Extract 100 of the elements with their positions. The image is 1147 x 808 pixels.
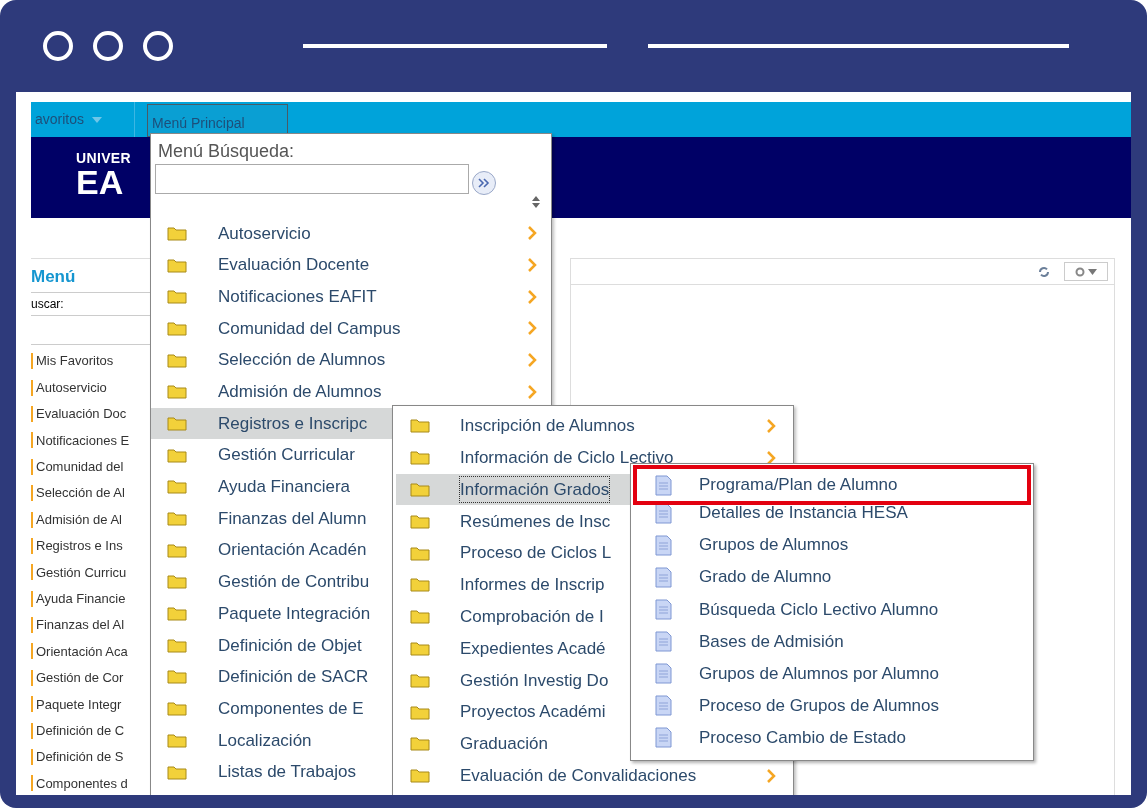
- menu-item-label: Comunidad del Campus: [218, 317, 401, 340]
- chevron-right-icon: [766, 767, 776, 784]
- menu-item[interactable]: Grupos de Alumnos por Alumno: [633, 657, 1031, 690]
- menu-item-label: Evaluación de Convalidaciones: [460, 764, 697, 787]
- sidebar-link[interactable]: Mis Favoritos: [36, 351, 114, 371]
- folder-icon: [410, 640, 430, 656]
- menu-item-label: Admisión de Alumnos: [218, 381, 382, 404]
- sidebar-link[interactable]: Notificaciones E: [36, 430, 130, 451]
- folder-icon: [410, 609, 430, 625]
- folder-icon: [167, 669, 187, 685]
- menu-item-label: Gestión de Contribu: [218, 571, 370, 594]
- menu-search-field[interactable]: [155, 164, 469, 194]
- menu-item[interactable]: Proceso de Grupos de Alumnos: [633, 689, 1031, 722]
- item-marker: [31, 485, 33, 502]
- search-go-button[interactable]: [472, 170, 496, 195]
- menu-item-label: Grado de Alumno: [699, 566, 832, 589]
- menu-item-label: Gestión Curricular: [218, 444, 355, 467]
- page-icon: [655, 663, 672, 684]
- folder-icon: [167, 511, 187, 527]
- menu-item-label: Selección de Alumnos: [218, 349, 386, 372]
- folder-icon: [167, 701, 187, 717]
- menu-item[interactable]: Autoservicio: [151, 217, 551, 250]
- sidebar-link[interactable]: Definición de S: [36, 747, 124, 767]
- sidebar-link[interactable]: Gestión Curricu: [36, 562, 127, 583]
- scroll-arrows-icon[interactable]: [532, 195, 540, 208]
- sidebar-link[interactable]: Admisión de Al: [36, 509, 122, 530]
- menu-item-label: Autoservicio: [218, 222, 311, 245]
- sidebar-link[interactable]: Evaluación Doc: [36, 404, 127, 424]
- item-marker: [31, 379, 33, 396]
- logo-text: UNIVER: [76, 151, 131, 165]
- folder-icon: [410, 545, 430, 561]
- menu-item[interactable]: Notificaciones EAFIT: [151, 280, 551, 313]
- sidebar-link[interactable]: Orientación Aca: [36, 641, 128, 662]
- page-icon: [655, 630, 672, 652]
- double-chevron-icon: [478, 177, 490, 188]
- menu-item-label: Definición de SACR: [218, 666, 369, 689]
- item-marker: [31, 458, 33, 475]
- menu-item[interactable]: Comunidad del Campus: [151, 312, 551, 345]
- folder-icon: [167, 574, 187, 590]
- menu-item-label: Registros e Inscripc: [218, 412, 368, 435]
- chevron-right-icon: [527, 257, 537, 274]
- menu-item[interactable]: Grado de Alumno: [633, 561, 1031, 594]
- item-marker: [31, 775, 33, 792]
- menu-item-label: Notificaciones EAFIT: [218, 285, 377, 308]
- folder-icon: [167, 542, 187, 558]
- menu-item-label: Localización: [218, 729, 312, 752]
- chevron-right-icon: [527, 352, 537, 369]
- folder-icon: [410, 482, 430, 497]
- menu-item[interactable]: Búsqueda Ciclo Lectivo Alumno: [633, 593, 1031, 626]
- sidebar-link[interactable]: Componentes d: [36, 773, 128, 794]
- chevron-right-icon: [527, 225, 537, 242]
- page-icon: [655, 727, 672, 749]
- item-marker: [31, 564, 33, 581]
- sidebar-link[interactable]: Paquete Integr: [36, 694, 122, 714]
- sidebar-link[interactable]: Autoservicio: [36, 377, 107, 398]
- page-icon: [655, 474, 672, 496]
- page-icon: [655, 598, 672, 620]
- folder-icon: [410, 577, 430, 593]
- item-marker: [31, 722, 33, 739]
- folder-icon: [410, 513, 430, 529]
- menu-item[interactable]: Evaluación de Convalidaciones: [396, 759, 790, 792]
- menu-item[interactable]: Programa/Plan de Alumno: [633, 465, 1031, 505]
- menu-item[interactable]: Bases de Admisión: [633, 625, 1031, 658]
- item-marker: [31, 696, 33, 713]
- folder-icon: [410, 418, 430, 434]
- sidebar-link[interactable]: Comunidad del: [36, 457, 124, 477]
- menu-item-label: Proyectos Académi: [460, 701, 606, 724]
- menu-item[interactable]: Admisión de Alumnos: [151, 375, 551, 408]
- sidebar-title: Menú: [31, 265, 76, 288]
- settings-dropdown[interactable]: [1064, 262, 1108, 281]
- folder-icon: [167, 637, 187, 653]
- sidebar-link[interactable]: Gestión de Cor: [36, 668, 124, 688]
- menu-item-label: Evaluación Docente: [218, 254, 370, 277]
- menu-item[interactable]: Grupos de Alumnos: [633, 529, 1031, 562]
- menu-item-label: Proceso de Ciclos L: [460, 542, 612, 565]
- folder-icon: [167, 479, 187, 495]
- folder-icon: [410, 672, 430, 688]
- folder-icon: [167, 225, 187, 241]
- sidebar-link[interactable]: Selección de Al: [36, 483, 125, 503]
- folder-icon: [410, 450, 430, 466]
- item-marker: [31, 643, 33, 660]
- chevron-right-icon: [527, 320, 537, 337]
- menu-item-label: Bases de Admisión: [699, 630, 844, 653]
- menu-item-label: Búsqueda Ciclo Lectivo Alumno: [699, 598, 939, 621]
- refresh-icon[interactable]: [1038, 265, 1050, 278]
- folder-icon: [167, 447, 187, 463]
- menu-item[interactable]: Evaluación Docente: [151, 249, 551, 281]
- menu-item[interactable]: Proceso Cambio de Estado: [633, 721, 1031, 754]
- item-marker: [31, 590, 33, 607]
- folder-icon: [410, 704, 430, 720]
- item-marker: [31, 353, 33, 370]
- menu-item-label: Expedientes Acadé: [460, 637, 606, 660]
- menu-item[interactable]: Selección de Alumnos: [151, 344, 551, 376]
- sidebar-link[interactable]: Ayuda Financie: [36, 588, 126, 609]
- folder-icon: [167, 606, 187, 622]
- item-marker: [31, 537, 33, 554]
- sidebar-link[interactable]: Definición de C: [36, 720, 125, 741]
- sidebar-link[interactable]: Finanzas del Al: [36, 615, 125, 635]
- search-label: uscar:: [31, 296, 64, 313]
- sidebar-link[interactable]: Registros e Ins: [36, 536, 123, 556]
